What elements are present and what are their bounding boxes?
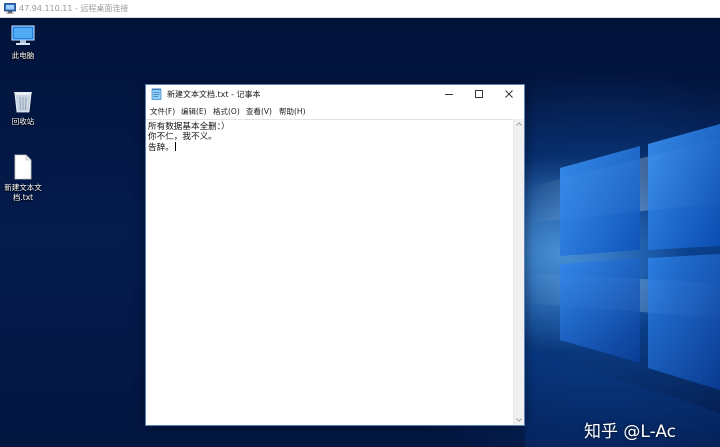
maximize-button[interactable] [464,85,494,103]
remote-desktop-icon [4,3,16,14]
screen: 47.94.110.11 - 远程桌面连接 此电脑 回收站 新建文本文 档.tx… [0,0,720,447]
menu-file[interactable]: 文件(F) [150,106,175,117]
notepad-window-title: 新建文本文档.txt - 记事本 [167,90,261,99]
scroll-down-button[interactable] [514,415,524,425]
minimize-icon [445,94,453,95]
rdp-window-title: 47.94.110.11 - 远程桌面连接 [19,4,129,13]
text-line-with-caret: 告辞。 [148,142,176,154]
close-button[interactable] [494,85,524,103]
desktop-icon-recycle-bin[interactable]: 回收站 [0,88,46,127]
desktop-icon-label: 新建文本文 [4,183,42,192]
maximize-icon [475,90,483,98]
text-line: 告辞。 [148,143,174,153]
text-file-icon [14,154,32,180]
desktop-icon-this-pc[interactable]: 此电脑 [0,24,46,61]
desktop-icon-label: 回收站 [11,117,35,126]
desktop-icon-label: 此电脑 [11,51,35,60]
desktop-icon-label: 档.txt [12,193,34,202]
scroll-up-button[interactable] [514,119,524,129]
menu-edit[interactable]: 编辑(E) [181,106,207,117]
vertical-scrollbar[interactable] [513,119,524,425]
this-pc-icon [11,25,35,45]
desktop-icon-text-file[interactable]: 新建文本文 档.txt [0,154,46,203]
notepad-text-area[interactable]: 所有数据基本全删：） 你不仁，我不义。 告辞。 [146,119,514,425]
recycle-bin-icon [14,92,32,113]
close-icon [505,90,513,98]
menu-view[interactable]: 查看(V) [246,106,272,117]
notepad-icon [151,88,162,100]
notepad-window[interactable]: 新建文本文档.txt - 记事本 文件(F) 编辑(E) 格式(O) 查看(V)… [145,84,525,426]
notepad-menu-bar: 文件(F) 编辑(E) 格式(O) 查看(V) 帮助(H) [146,104,524,118]
text-caret [174,142,176,151]
notepad-title-bar[interactable]: 新建文本文档.txt - 记事本 [146,85,524,103]
minimize-button[interactable] [434,85,464,103]
chevron-down-icon [516,418,522,422]
watermark: 知乎 @L-Ac [584,422,677,442]
menu-help[interactable]: 帮助(H) [279,106,306,117]
rdp-title-bar[interactable]: 47.94.110.11 - 远程桌面连接 [0,0,720,18]
menu-format[interactable]: 格式(O) [213,106,240,117]
chevron-up-icon [516,122,522,126]
